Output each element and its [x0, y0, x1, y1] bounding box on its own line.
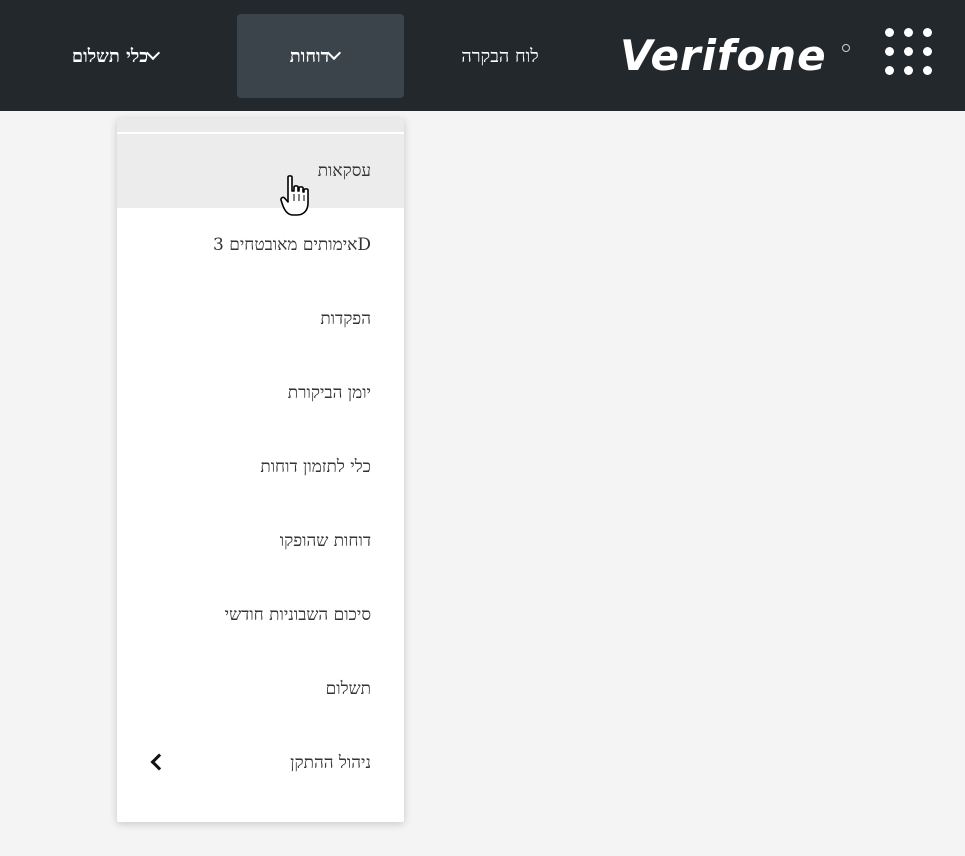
nav-payment-tools-label: כלי תשלום	[71, 45, 149, 67]
menu-item-label: יומן הביקורת	[287, 383, 371, 403]
menu-item-deposits[interactable]: הפקדות	[117, 282, 404, 356]
menu-item-label: דוחות שהופקו	[279, 531, 371, 551]
menu-item-transactions[interactable]: עסקאות	[117, 134, 404, 208]
menu-item-label: כלי לתזמון דוחות	[260, 457, 371, 477]
menu-item-monthly-invoice-summary[interactable]: סיכום השבוניות חודשי	[117, 578, 404, 652]
reports-dropdown-menu: עסקאות אימותים מאובטחים 3D הפקדות יומן ה…	[117, 118, 404, 822]
menu-item-generated-reports[interactable]: דוחות שהופקו	[117, 504, 404, 578]
menu-item-label: סיכום השבוניות חודשי	[224, 605, 371, 625]
nav-payment-tools[interactable]: כלי תשלום	[20, 14, 220, 98]
menu-item-label: ניהול ההתקן	[290, 753, 371, 773]
registered-mark-icon	[842, 44, 850, 52]
menu-item-3d-secure[interactable]: אימותים מאובטחים 3D	[117, 208, 404, 282]
grid-dots-icon[interactable]	[885, 28, 939, 82]
menu-item-device-management[interactable]: ניהול ההתקן	[117, 726, 404, 800]
nav-reports[interactable]: דוחות	[237, 14, 404, 98]
menu-item-payment[interactable]: תשלום	[117, 652, 404, 726]
menu-item-label: תשלום	[325, 679, 371, 699]
menu-item-label: עסקאות	[317, 161, 371, 181]
nav-reports-label: דוחות	[289, 45, 330, 67]
top-navigation-bar: Verifone לוח הבקרה דוחות כלי תשלום	[0, 0, 965, 111]
chevron-left-icon	[150, 753, 168, 771]
menu-item-label: הפקדות	[320, 309, 371, 329]
dropdown-top-strip	[117, 118, 404, 132]
chevron-down-icon	[146, 45, 161, 61]
menu-item-audit-log[interactable]: יומן הביקורת	[117, 356, 404, 430]
nav-dashboard-label: לוח הבקרה	[461, 45, 539, 67]
chevron-down-icon	[327, 45, 342, 61]
menu-item-label: אימותים מאובטחים 3D	[212, 235, 371, 255]
nav-dashboard[interactable]: לוח הבקרה	[420, 14, 580, 98]
verifone-logo[interactable]: Verifone	[620, 26, 860, 86]
hand-pointer-icon	[280, 175, 309, 216]
logo-text: Verifone	[620, 31, 827, 80]
menu-item-report-scheduler[interactable]: כלי לתזמון דוחות	[117, 430, 404, 504]
